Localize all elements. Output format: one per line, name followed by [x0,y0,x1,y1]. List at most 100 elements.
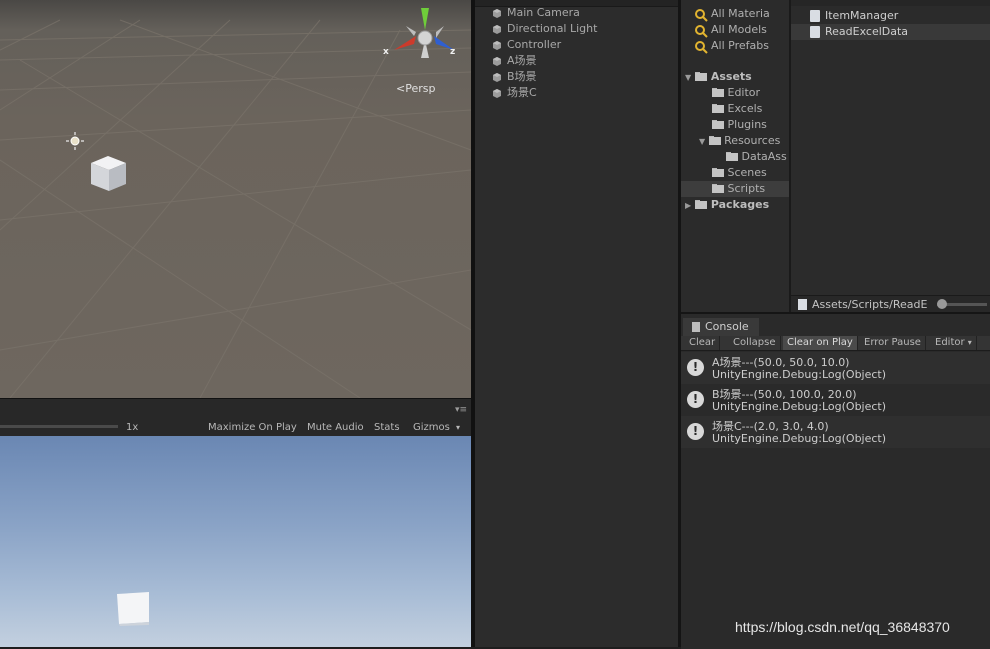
axis-x-label: x [383,47,389,57]
gameobject-icon [493,41,501,50]
folder-icon [712,168,724,177]
hierarchy-item-label: Main Camera [507,6,580,19]
expand-down-icon[interactable]: ▼ [699,137,705,146]
favorite-all-prefabs[interactable]: All Prefabs [695,38,769,54]
folder-icon [708,136,721,145]
favorite-all-models[interactable]: All Models [695,22,767,38]
game-view-toolbar: ▾≡ 1x Maximize On Play Mute Audio Stats … [0,398,471,437]
tree-item-label: Scenes [727,166,767,179]
file-label: ReadExcelData [825,25,909,38]
gizmos-button[interactable]: Gizmos [411,421,452,435]
scale-slider[interactable] [0,425,118,428]
collapse-button[interactable]: Collapse [729,336,781,350]
tree-packages[interactable]: ▶ Packages [685,197,769,213]
info-icon: ! [687,423,704,440]
orientation-gizmo-icon[interactable] [386,6,462,66]
gameobject-icon [493,57,501,66]
tree-assets[interactable]: ▼ Assets [685,69,752,85]
hierarchy-item-label: B场景 [507,70,537,83]
clear-on-play-button[interactable]: Clear on Play [783,336,858,350]
tree-scenes[interactable]: Scenes [712,165,767,181]
tree-item-label: DataAss [741,150,787,163]
console-icon [692,322,700,332]
folder-icon [712,184,724,193]
hierarchy-item-label: Directional Light [507,22,598,35]
tree-editor[interactable]: Editor [712,85,760,101]
panel-menu-icon[interactable]: ▾≡ [455,405,467,415]
file-read-excel-data[interactable]: ReadExcelData [810,24,909,40]
hierarchy-item-b-scene[interactable]: B场景 [493,69,537,85]
gameobject-icon [493,73,501,82]
gizmos-dropdown-icon[interactable]: ▾ [454,421,462,435]
maximize-on-play-button[interactable]: Maximize On Play [206,421,299,435]
folder-icon [726,152,738,161]
mute-audio-button[interactable]: Mute Audio [305,421,366,435]
tree-item-label: Resources [724,134,781,147]
tree-excels[interactable]: Excels [712,101,762,117]
file-item-manager[interactable]: ItemManager [810,8,899,24]
folder-icon [695,200,707,209]
search-icon [695,9,708,22]
editor-dropdown-label: Editor [935,337,965,348]
chevron-down-icon: ▾ [967,338,972,347]
icon-size-slider-thumb[interactable] [937,299,947,309]
console-log-row[interactable]: ! B场景---(50.0, 100.0, 20.0) UnityEngine.… [681,384,990,416]
projection-toggle[interactable]: <Persp [396,82,435,95]
scene-view[interactable]: x z <Persp [0,0,471,398]
info-icon: ! [687,359,704,376]
search-icon [695,41,708,54]
folder-icon [695,72,707,81]
hierarchy-panel: Main Camera Directional Light Controller… [475,0,678,647]
console-log-row[interactable]: ! 场景C---(2.0, 3.0, 4.0) UnityEngine.Debu… [681,416,990,448]
scene-cube[interactable] [88,155,128,195]
tree-item-label: Assets [710,70,752,83]
breadcrumb [791,0,990,6]
search-icon [695,25,708,38]
hierarchy-item-label: A场景 [507,54,537,67]
tree-item-label: Scripts [727,182,766,195]
gameobject-icon [493,9,501,18]
folder-icon [712,88,724,97]
expand-right-icon[interactable]: ▶ [685,201,691,210]
projection-label: Persp [405,82,436,95]
hierarchy-item-label: 场景C [507,86,537,99]
folder-icon [712,104,724,113]
watermark: https://blog.csdn.net/qq_36848370 [735,619,950,635]
hierarchy-item-controller[interactable]: Controller [493,37,562,53]
hierarchy-item-main-camera[interactable]: Main Camera [493,5,580,21]
light-gizmo-icon[interactable] [66,132,84,150]
console-toolbar: Clear Collapse Clear on Play Error Pause… [681,336,990,351]
hierarchy-item-label: Controller [507,38,562,51]
script-file-icon [810,10,820,22]
console-log-row[interactable]: ! A场景---(50.0, 50.0, 10.0) UnityEngine.D… [681,352,990,384]
asset-path: Assets/Scripts/ReadE [812,298,928,311]
file-label: ItemManager [825,9,899,22]
tree-resources[interactable]: ▼ Resources [699,133,780,149]
scale-label: 1x [126,422,139,433]
editor-dropdown[interactable]: Editor ▾ [931,336,977,350]
tab-console[interactable]: Console [683,318,759,336]
hierarchy-item-scene-c[interactable]: 场景C [493,85,537,101]
project-folder-tree: All Materia All Models All Prefabs ▼ Ass… [681,0,789,312]
game-view[interactable] [0,436,471,647]
favorite-label: All Prefabs [711,39,769,52]
clear-button[interactable]: Clear [685,336,721,350]
script-file-icon [798,299,807,310]
axis-z-label: z [450,47,456,57]
stats-button[interactable]: Stats [372,421,402,435]
favorite-all-materials[interactable]: All Materia [695,6,770,22]
tree-item-label: Plugins [727,118,767,131]
tree-data-assets[interactable]: DataAss [726,149,787,165]
tree-scripts[interactable]: Scripts [712,181,765,197]
back-arrow-icon: < [396,82,406,95]
hierarchy-item-a-scene[interactable]: A场景 [493,53,537,69]
gameobject-icon [493,89,501,98]
hierarchy-item-directional-light[interactable]: Directional Light [493,21,598,37]
project-file-list: ItemManager ReadExcelData Assets/Scripts… [791,0,990,313]
log-stacktrace: UnityEngine.Debug:Log(Object) [712,400,887,413]
error-pause-button[interactable]: Error Pause [860,336,926,350]
tree-item-label: Editor [727,86,761,99]
tree-plugins[interactable]: Plugins [712,117,767,133]
expand-down-icon[interactable]: ▼ [685,73,691,82]
console-panel: Console Clear Collapse Clear on Play Err… [681,312,990,649]
